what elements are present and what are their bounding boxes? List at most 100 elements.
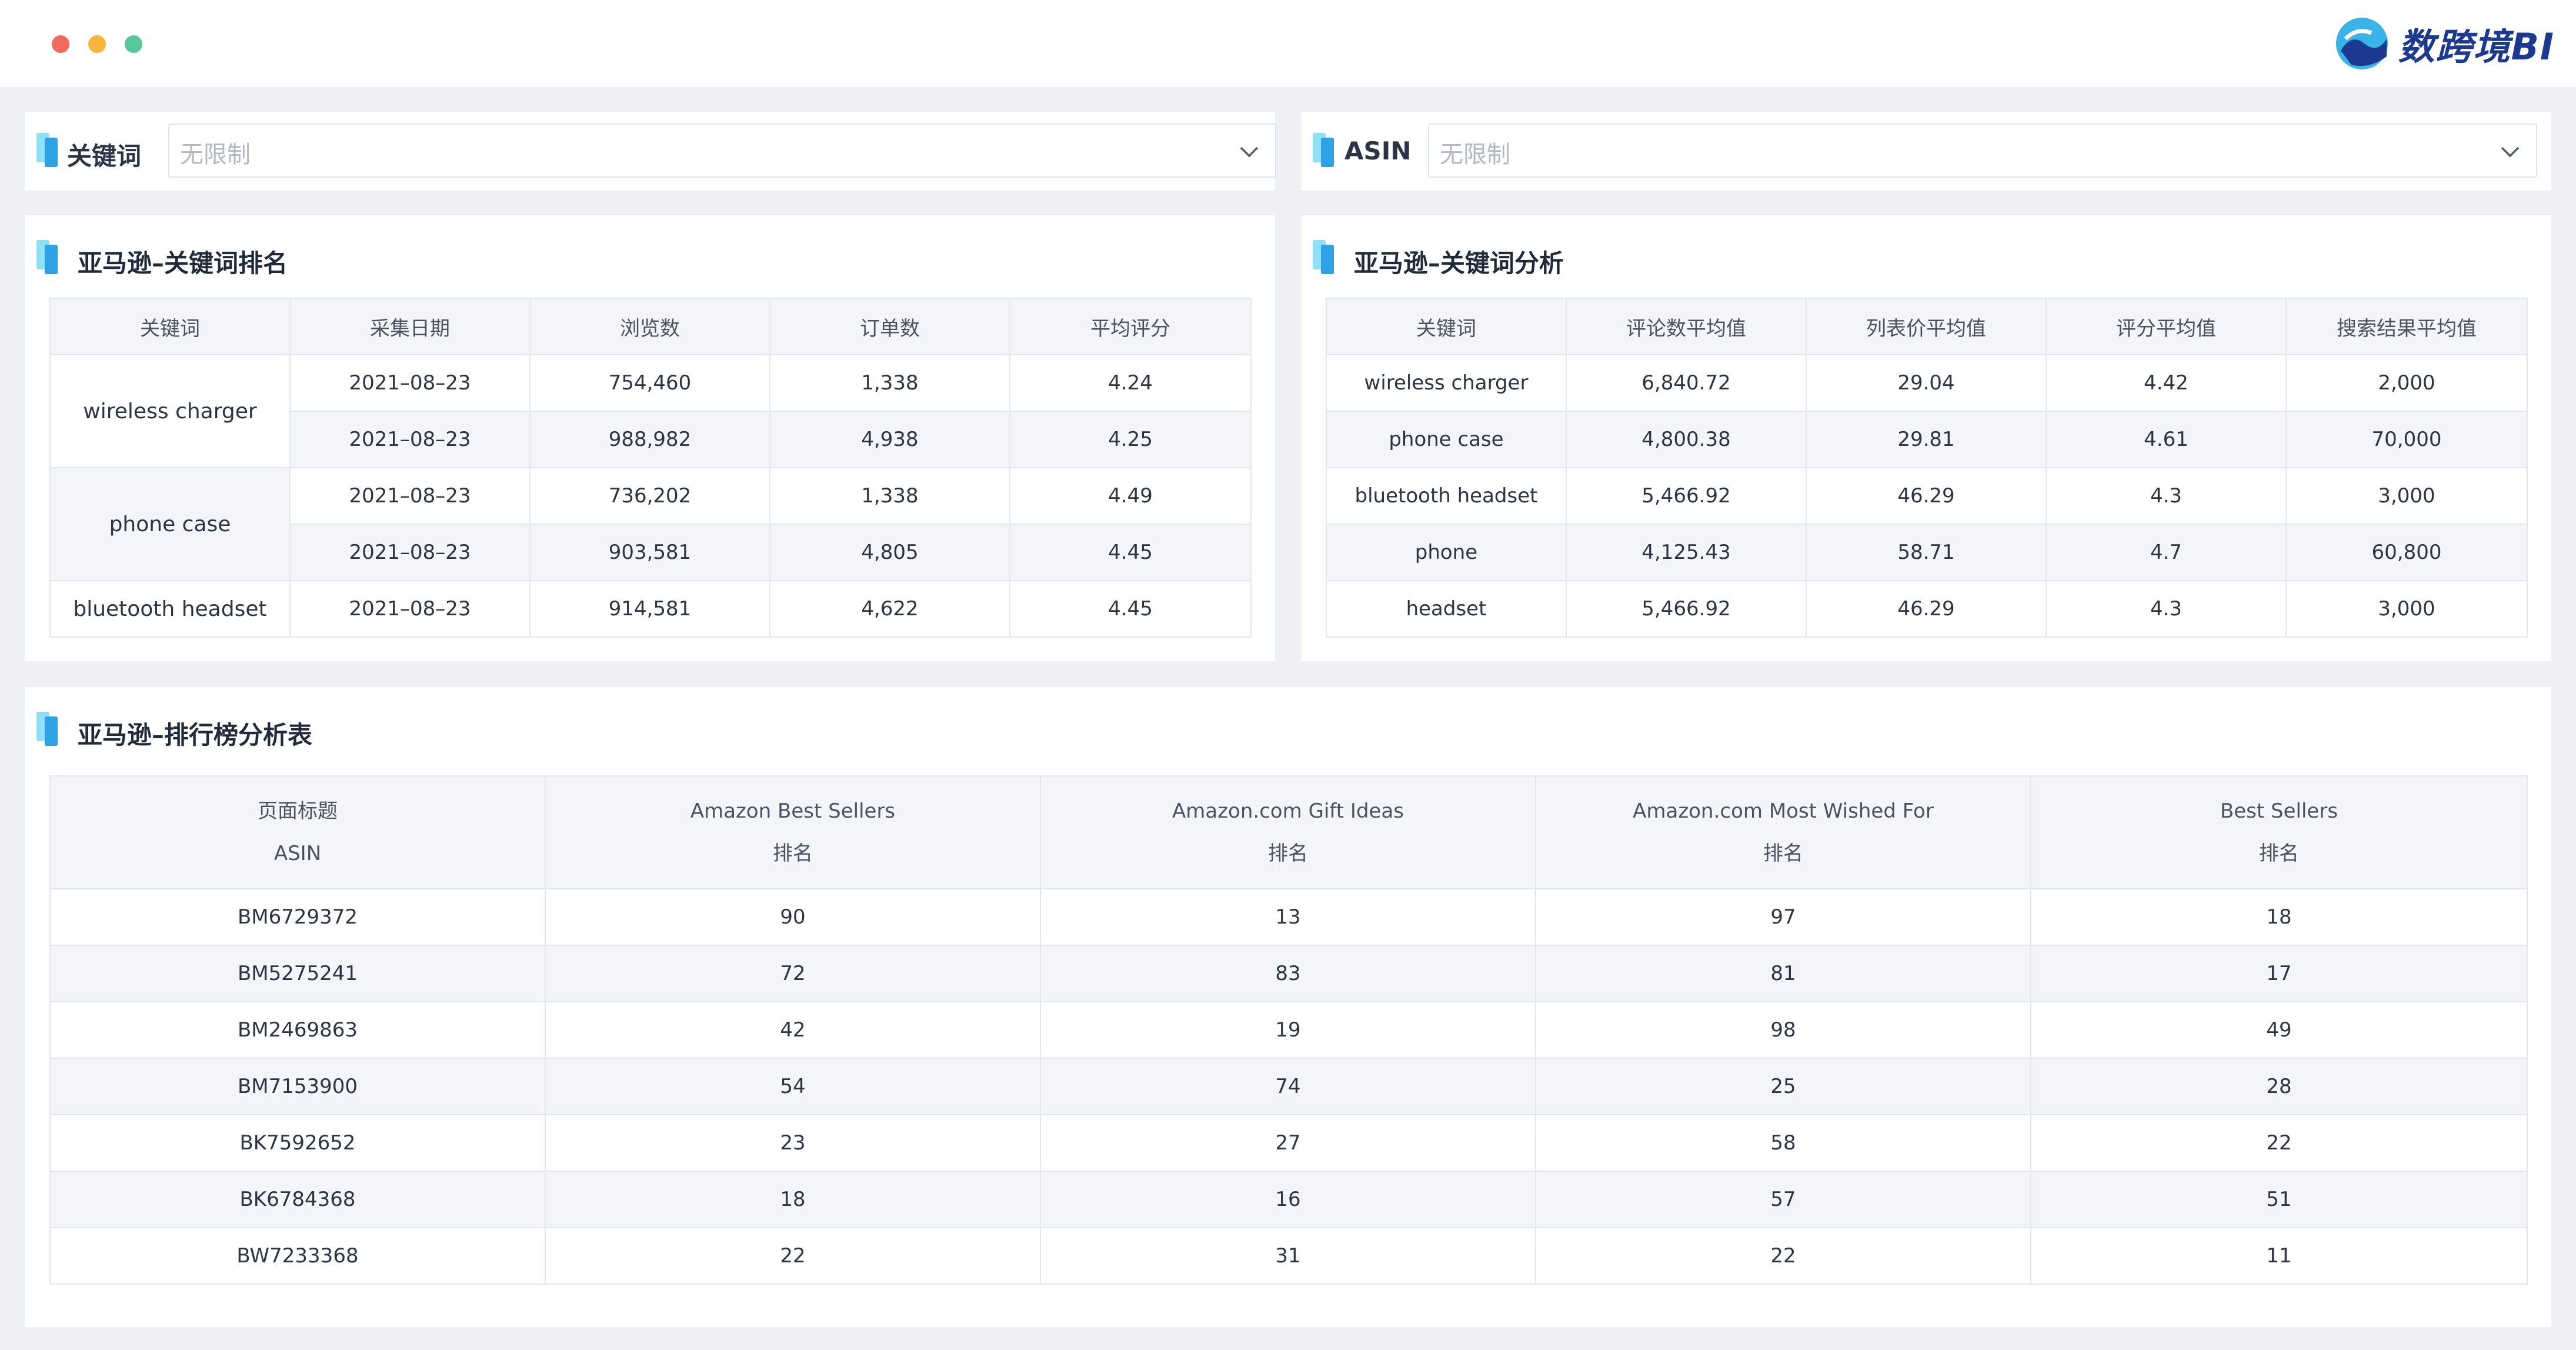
column-header-title: Best Sellers — [2220, 799, 2338, 823]
asin-select[interactable]: 无限制 — [1428, 124, 2537, 178]
rank-cell: 58 — [1535, 1114, 2031, 1172]
table-row: BM7153900 54 74 25 28 — [49, 1058, 2528, 1115]
table-cell: 29.04 — [1806, 354, 2047, 412]
rank-cell: 51 — [2030, 1171, 2528, 1228]
logo-icon — [2335, 18, 2388, 69]
table-row: phone case 2021–08–23 736,202 1,338 4.49 — [49, 467, 1252, 581]
rating-cell: 4.25 — [1009, 411, 1252, 468]
views-cell: 914,581 — [529, 580, 770, 638]
table-row: phone 4,125.43 58.71 4.7 60,800 — [1326, 524, 2528, 581]
logo-text: 数跨境BI — [2398, 25, 2555, 68]
table-cell: 46.29 — [1806, 580, 2047, 638]
table-cell: 4.3 — [2046, 467, 2287, 525]
rank-cell: 17 — [2030, 945, 2528, 1002]
close-window-button[interactable] — [52, 35, 69, 53]
keyword-analysis-title: 亚马逊–关键词分析 — [1354, 249, 1564, 278]
views-cell: 988,982 — [529, 411, 770, 468]
column-header: 订单数 — [769, 298, 1010, 355]
keyword-cell: phone case — [49, 467, 291, 581]
table-row: BM5275241 72 83 81 17 — [49, 945, 2528, 1002]
table-cell: 60,800 — [2285, 524, 2528, 581]
table-cell: 70,000 — [2285, 411, 2528, 468]
rank-cell: 28 — [2030, 1058, 2528, 1115]
keyword-cell: phone case — [1326, 411, 1567, 468]
table-cell: 5,466.92 — [1566, 467, 1807, 525]
table-cell: 6,840.72 — [1566, 354, 1807, 412]
column-header: 列表价平均值 — [1806, 298, 2047, 355]
chevron-down-icon — [1240, 146, 1259, 158]
table-row: bluetooth headset 5,466.92 46.29 4.3 3,0… — [1326, 467, 2528, 525]
table-cell: 4.61 — [2046, 411, 2287, 468]
asin-cell: BK7592652 — [49, 1114, 546, 1172]
rank-cell: 74 — [1040, 1058, 1536, 1115]
chevron-down-icon — [2501, 146, 2520, 158]
rank-cell: 49 — [2030, 1001, 2528, 1059]
table-cell: 4.42 — [2046, 354, 2287, 412]
table-cell: 3,000 — [2285, 467, 2528, 525]
date-cell: 2021–08–23 — [289, 524, 530, 581]
minimize-window-button[interactable] — [88, 35, 106, 53]
keyword-rank-table: 关键词 采集日期 浏览数 订单数 平均评分 wireless charger 2… — [49, 298, 1252, 638]
keyword-filter-label: 关键词 — [67, 142, 142, 171]
column-header: 采集日期 — [289, 298, 530, 355]
keyword-analysis-card: 亚马逊–关键词分析 关键词 评论数平均值 列表价平均值 评分平均值 搜索结果平均… — [1301, 215, 2551, 661]
rank-cell: 18 — [2030, 888, 2528, 946]
column-header: 搜索结果平均值 — [2285, 298, 2528, 355]
keyword-rank-card: 亚马逊–关键词排名 关键词 采集日期 浏览数 订单数 平均评分 wireless… — [25, 215, 1275, 661]
asin-cell: BK6784368 — [49, 1171, 546, 1228]
rank-cell: 16 — [1040, 1171, 1536, 1228]
table-cell: 29.81 — [1806, 411, 2047, 468]
column-header-subtitle: 排名 — [2259, 842, 2299, 865]
orders-cell: 4,805 — [769, 524, 1010, 581]
keyword-cell: bluetooth headset — [49, 580, 291, 638]
maximize-window-button[interactable] — [125, 35, 142, 53]
table-row: bluetooth headset 2021–08–23 914,581 4,6… — [49, 580, 1252, 638]
rank-cell: 81 — [1535, 945, 2031, 1002]
views-cell: 754,460 — [529, 354, 770, 412]
column-header: Best Sellers 排名 — [2030, 775, 2528, 889]
date-cell: 2021–08–23 — [289, 580, 530, 638]
rank-cell: 19 — [1040, 1001, 1536, 1059]
rank-cell: 22 — [1535, 1227, 2031, 1285]
table-cell: 2,000 — [2285, 354, 2528, 412]
column-header: 关键词 — [1326, 298, 1567, 355]
rank-cell: 42 — [545, 1001, 1041, 1059]
rank-cell: 25 — [1535, 1058, 2031, 1115]
table-row: BK6784368 18 16 57 51 — [49, 1171, 2528, 1228]
asin-select-placeholder: 无限制 — [1440, 141, 1510, 168]
keyword-filter-card: 关键词 无限制 — [25, 112, 1276, 191]
table-cell: 5,466.92 — [1566, 580, 1807, 638]
column-header-subtitle: 排名 — [1763, 842, 1803, 865]
rank-cell: 54 — [545, 1058, 1041, 1115]
keyword-select[interactable]: 无限制 — [168, 124, 1276, 178]
rank-cell: 72 — [545, 945, 1041, 1002]
table-cell: 4,800.38 — [1566, 411, 1807, 468]
table-cell: 4,125.43 — [1566, 524, 1807, 581]
rank-cell: 97 — [1535, 888, 2031, 946]
column-header-title: 页面标题 — [258, 799, 338, 823]
table-row: BM6729372 90 13 97 18 — [49, 888, 2528, 946]
asin-cell: BM7153900 — [49, 1058, 546, 1115]
keyword-cell: wireless charger — [1326, 354, 1567, 412]
column-header-subtitle: 排名 — [1268, 842, 1308, 865]
column-header: Amazon.com Gift Ideas 排名 — [1040, 775, 1536, 889]
keyword-analysis-table: 关键词 评论数平均值 列表价平均值 评分平均值 搜索结果平均值 wireless… — [1326, 298, 2528, 638]
table-row: phone case 4,800.38 29.81 4.61 70,000 — [1326, 411, 2528, 468]
rank-cell: 22 — [2030, 1114, 2528, 1172]
rating-cell: 4.45 — [1009, 580, 1252, 638]
card-marker-icon — [36, 133, 59, 167]
orders-cell: 4,938 — [769, 411, 1010, 468]
date-cell: 2021–08–23 — [289, 411, 530, 468]
asin-cell: BM6729372 — [49, 888, 546, 946]
asin-cell: BM5275241 — [49, 945, 546, 1002]
rank-cell: 83 — [1040, 945, 1536, 1002]
asin-cell: BW7233368 — [49, 1227, 546, 1285]
rank-cell: 13 — [1040, 888, 1536, 946]
rank-cell: 11 — [2030, 1227, 2528, 1285]
column-header: Amazon Best Sellers 排名 — [545, 775, 1041, 889]
rank-cell: 90 — [545, 888, 1041, 946]
table-cell: 58.71 — [1806, 524, 2047, 581]
keyword-select-placeholder: 无限制 — [180, 141, 251, 168]
asin-filter-label: ASIN — [1344, 136, 1412, 165]
rank-cell: 18 — [545, 1171, 1041, 1228]
